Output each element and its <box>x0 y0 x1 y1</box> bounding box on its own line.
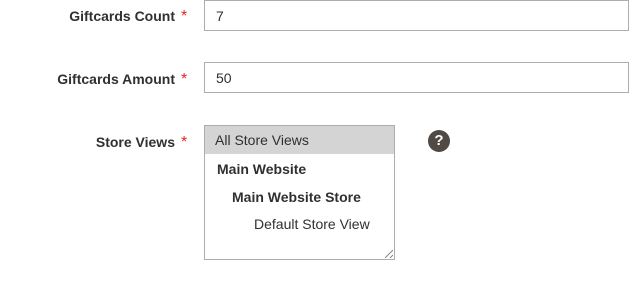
question-circle-icon[interactable]: ? <box>428 130 450 152</box>
store-views-multiselect[interactable]: All Store Views Main Website Main Websit… <box>204 125 395 260</box>
resize-grip-icon[interactable] <box>385 250 393 258</box>
giftcards-count-label: Giftcards Count <box>69 8 175 24</box>
required-marker: * <box>181 134 188 151</box>
giftcards-amount-label: Giftcards Amount <box>57 71 175 87</box>
giftcards-amount-input[interactable] <box>204 62 629 93</box>
option-all-store-views[interactable]: All Store Views <box>205 126 394 154</box>
option-main-website: Main Website <box>217 161 307 177</box>
required-marker: * <box>181 8 188 25</box>
required-marker: * <box>181 71 188 88</box>
option-default-store-view[interactable]: Default Store View <box>205 210 394 238</box>
option-main-website-store: Main Website Store <box>232 189 361 205</box>
store-views-label: Store Views <box>95 134 175 150</box>
giftcards-count-input[interactable] <box>204 0 629 31</box>
